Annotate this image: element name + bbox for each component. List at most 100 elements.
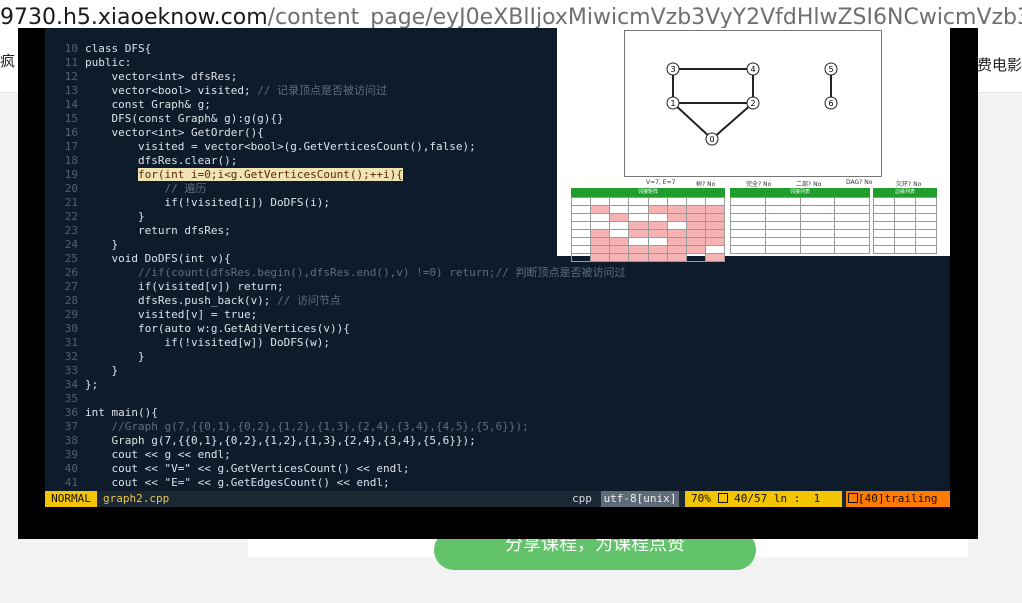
node-label-5: 5	[828, 65, 833, 74]
line-number: 29	[64, 308, 78, 321]
line-number: 34	[64, 378, 78, 391]
code-text: dfsRes.push_back(v);	[85, 294, 278, 307]
adj-matrix-title: 邻接矩阵	[571, 188, 725, 197]
line-number: 11	[64, 56, 78, 69]
code-line: 33 }	[45, 364, 950, 378]
line-number: 20	[64, 182, 78, 195]
info-cycle: 欠环? No	[896, 181, 922, 188]
line-number: 17	[64, 140, 78, 153]
code-line: 40 cout << "V=" << g.GetVerticesCount() …	[45, 462, 950, 476]
code-text: };	[85, 378, 99, 391]
code-comment: //Graph g(7,{{0,1},{0,2},{1,2},{1,3},{2,…	[111, 420, 529, 433]
code-line: 41 cout << "E=" << g.GetEdgesCount() << …	[45, 476, 950, 490]
line-number: 15	[64, 112, 78, 125]
code-text: if(!visited[w]) DoDFS(w);	[85, 336, 331, 349]
code-text: class DFS{	[85, 42, 152, 55]
node-label-4: 4	[750, 65, 755, 74]
line-number: 35	[64, 392, 78, 405]
info-complete: 完全? No	[746, 181, 772, 188]
code-line: 37 //Graph g(7,{{0,1},{0,2},{1,2},{1,3},…	[45, 420, 950, 434]
code-text: cout << "V=" << g.GetVerticesCount() << …	[85, 462, 410, 475]
code-text: cout << g << endl;	[85, 448, 231, 461]
line-number: 12	[64, 70, 78, 83]
line-number: 27	[64, 280, 78, 293]
code-text: int main(){	[85, 406, 158, 419]
code-line: 29 visited[v] = true;	[45, 308, 950, 322]
cursor-position: 70% 40/57 ln : 1	[685, 491, 842, 507]
code-line: 26 //if(count(dfsRes.begin(),dfsRes.end(…	[45, 266, 950, 280]
line-number: 10	[64, 42, 78, 55]
code-line: 34};	[45, 378, 950, 392]
info-tree: 树? No	[696, 181, 716, 188]
edge-0-1	[672, 102, 713, 140]
url-path: /content_page/eyJ0eXBlIjoxMiwicmVzb3VyY2…	[267, 5, 1022, 30]
line-number: 19	[64, 168, 78, 181]
info-dag: DAG? No	[846, 179, 873, 186]
file-encoding: utf-8[unix]	[601, 491, 679, 507]
code-text: vector<int> dfsRes;	[85, 70, 238, 83]
code-line: 28 dfsRes.push_back(v); // 访问节点	[45, 294, 950, 308]
line-number: 28	[64, 294, 78, 307]
code-comment: // 访问节点	[277, 294, 341, 307]
code-text: vector<int> GetOrder(){	[85, 126, 264, 139]
line-number: 23	[64, 224, 78, 237]
box-icon	[717, 493, 728, 503]
code-text: }	[85, 210, 145, 223]
code-text: return dfsRes;	[85, 224, 231, 237]
box-icon	[848, 493, 858, 503]
code-comment: // 遍历	[164, 182, 207, 195]
page-left-text: 疯	[0, 52, 16, 70]
line-number: 38	[64, 434, 78, 447]
node-label-6: 6	[828, 99, 833, 108]
line-number: 26	[64, 266, 78, 279]
line-number: 33	[64, 364, 78, 377]
code-line: 35	[45, 392, 950, 406]
line-position: 40/57 ln : 1	[734, 492, 821, 505]
vim-mode: NORMAL	[45, 491, 97, 507]
code-text: for(auto w:g.GetAdjVertices(v)){	[85, 322, 350, 335]
code-line: 32 }	[45, 350, 950, 364]
trailing-warning: [40]trailing	[846, 491, 950, 507]
scroll-percent: 70%	[691, 492, 711, 505]
adjacency-list	[730, 197, 870, 254]
code-text: void DoDFS(int v){	[85, 252, 231, 265]
node-label-1: 1	[670, 99, 675, 108]
line-number: 36	[64, 406, 78, 419]
vim-status-bar: NORMAL graph2.cpp cpp utf-8[unix] 70% 40…	[45, 491, 950, 507]
code-text: }	[85, 238, 119, 251]
url-host: 9730.h5.xiaoeknow.com	[0, 5, 268, 30]
edge-list	[873, 197, 937, 254]
page-right-text: 费电影	[976, 56, 1022, 74]
graph-drawing: 3 4 1 2 0 5 6	[624, 30, 882, 177]
line-number: 16	[64, 126, 78, 139]
code-line: 39 cout << g << endl;	[45, 448, 950, 462]
node-label-0: 0	[709, 135, 714, 144]
code-text: visited = vector<bool>(g.GetVerticesCoun…	[85, 140, 476, 153]
adjacency-matrix	[570, 197, 726, 262]
graph-visualization-panel: 3 4 1 2 0 5 6 V=7, E=7 树? No 完全? No 二部? …	[557, 28, 950, 262]
line-number: 32	[64, 350, 78, 363]
line-number: 25	[64, 252, 78, 265]
code-text: Graph g(7,{{0,1},{0,2},{1,2},{1,3},{2,4}…	[85, 434, 476, 447]
code-line: 31 if(!visited[w]) DoDFS(w);	[45, 336, 950, 350]
code-text: public:	[85, 56, 132, 69]
adj-list-title: 邻接列表	[730, 188, 870, 197]
line-number: 24	[64, 238, 78, 251]
code-text: vector<bool> visited;	[85, 84, 258, 97]
code-text: DFS(const Graph& g):g(g){}	[85, 112, 284, 125]
info-bipartite: 二部? No	[796, 181, 822, 188]
node-label-3: 3	[670, 65, 675, 74]
code-line: 30 for(auto w:g.GetAdjVertices(v)){	[45, 322, 950, 336]
line-number: 21	[64, 196, 78, 209]
line-number: 41	[64, 476, 78, 489]
code-line: 27 if(visited[v]) return;	[45, 280, 950, 294]
file-name: graph2.cpp	[103, 492, 170, 505]
code-text: if(!visited[i]) DoDFS(i);	[85, 196, 331, 209]
file-type: cpp	[572, 492, 592, 505]
line-number: 31	[64, 336, 78, 349]
info-ve: V=7, E=7	[646, 179, 676, 186]
line-number: 39	[64, 448, 78, 461]
